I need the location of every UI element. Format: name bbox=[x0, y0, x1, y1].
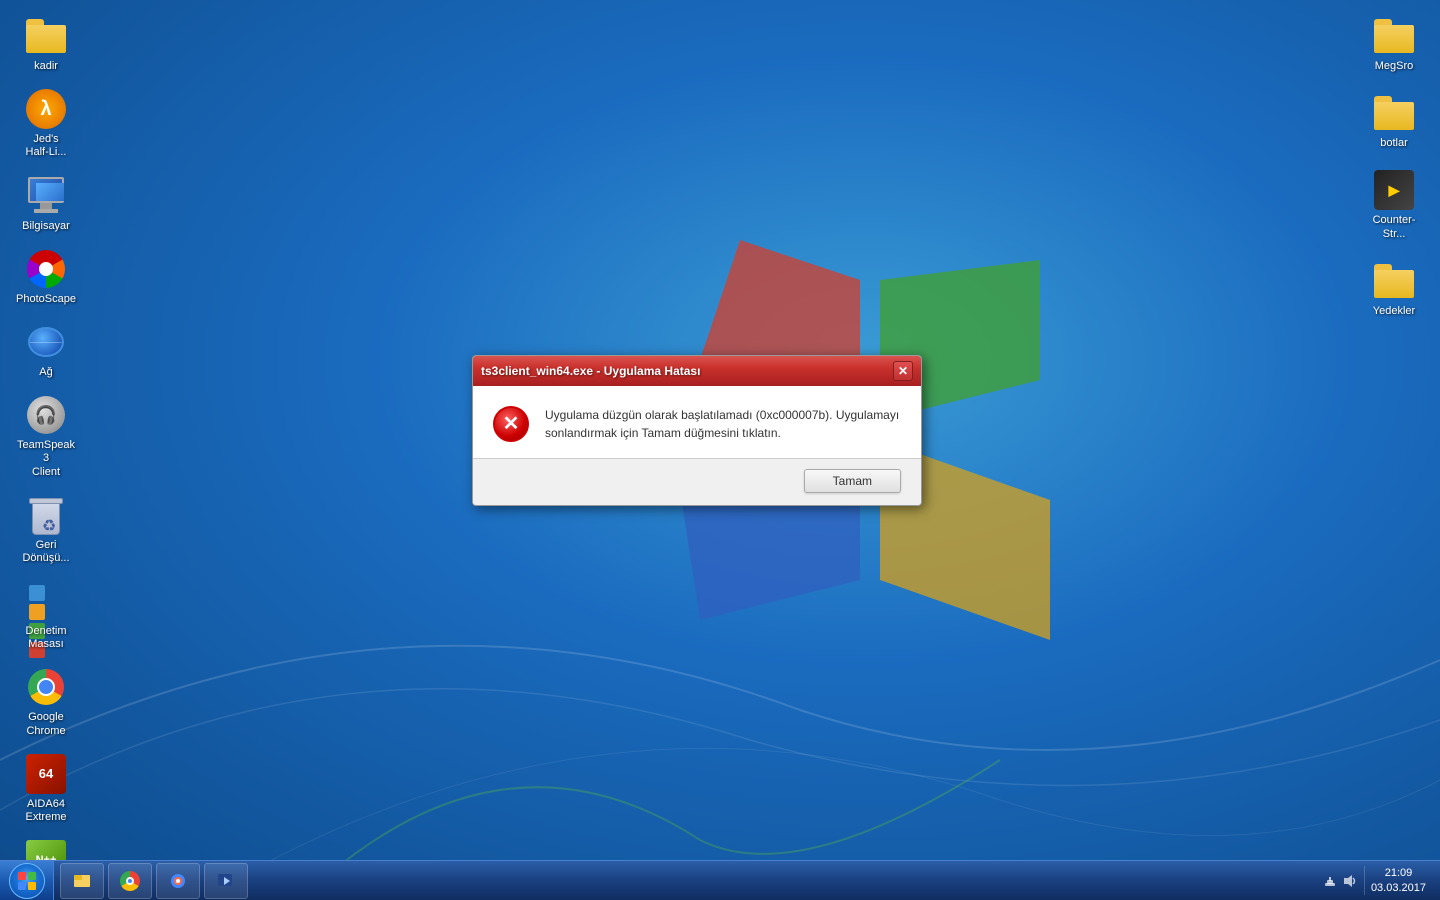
megsro-folder-icon bbox=[1374, 19, 1414, 53]
aida64-icon: 64 bbox=[26, 754, 66, 794]
taskbar-items bbox=[54, 861, 1314, 900]
dialog-titlebar: ts3client_win64.exe - Uygulama Hatası ✕ bbox=[473, 356, 921, 386]
icon-botlar[interactable]: botlar bbox=[1358, 87, 1430, 156]
kadir-label: kadir bbox=[34, 60, 58, 73]
taskbar-item-media[interactable] bbox=[204, 863, 248, 899]
taskbar-item-paint[interactable] bbox=[156, 863, 200, 899]
bilgisayar-label: Bilgisayar bbox=[22, 220, 70, 233]
teamspeak-icon-img: 🎧 bbox=[26, 395, 66, 435]
icon-jeds-hl[interactable]: λ Jed'sHalf-Li... bbox=[10, 83, 82, 165]
taskbar-item-chrome[interactable] bbox=[108, 863, 152, 899]
botlar-label: botlar bbox=[1380, 137, 1408, 150]
teamspeak-icon: 🎧 bbox=[27, 396, 65, 434]
error-dialog: ts3client_win64.exe - Uygulama Hatası ✕ … bbox=[472, 355, 922, 506]
control-panel-icon-img bbox=[26, 581, 66, 621]
ag-label: Ağ bbox=[39, 366, 52, 379]
icon-kadir[interactable]: kadir bbox=[10, 10, 82, 79]
desktop-icons-right: MegSro botlar ▶ Counter-Str... bbox=[1358, 10, 1430, 328]
network-tray-icon[interactable] bbox=[1322, 873, 1338, 889]
chrome-icon-img bbox=[26, 667, 66, 707]
botlar-folder-icon bbox=[1374, 96, 1414, 130]
taskbar-item-explorer[interactable] bbox=[60, 863, 104, 899]
computer-icon bbox=[26, 177, 66, 215]
kadir-icon-img bbox=[26, 16, 66, 56]
photoscape-label: PhotoScape bbox=[16, 293, 76, 306]
recycle-label: GeriDönüşü... bbox=[22, 539, 69, 565]
icon-photoscape[interactable]: PhotoScape bbox=[10, 243, 82, 312]
dialog-message: Uygulama düzgün olarak başlatılamadı (0x… bbox=[545, 406, 901, 442]
explorer-taskbar-icon bbox=[72, 871, 92, 891]
start-button[interactable] bbox=[0, 861, 54, 900]
photoscape-icon-img bbox=[26, 249, 66, 289]
aida64-icon-img: 64 bbox=[26, 754, 66, 794]
counter-strike-icon: ▶ bbox=[1374, 170, 1414, 210]
taskbar: 21:09 03.03.2017 bbox=[0, 860, 1440, 900]
icon-aida64[interactable]: 64 AIDA64Extreme bbox=[10, 748, 82, 830]
control-panel-label: DenetimMasası bbox=[26, 625, 67, 651]
clock-date: 03.03.2017 bbox=[1371, 881, 1426, 895]
network-icon bbox=[26, 324, 66, 360]
volume-tray-icon[interactable] bbox=[1342, 873, 1358, 889]
media-taskbar-icon bbox=[216, 871, 236, 891]
chrome-label: GoogleChrome bbox=[26, 711, 65, 737]
dialog-body: ✕ Uygulama düzgün olarak başlatılamadı (… bbox=[473, 386, 921, 459]
bilgisayar-icon-img bbox=[26, 176, 66, 216]
icon-counter-strike[interactable]: ▶ Counter-Str... bbox=[1358, 164, 1430, 246]
desktop-icons-left: kadir λ Jed'sHalf-Li... Bilgisayar bbox=[10, 10, 82, 900]
desktop: kadir λ Jed'sHalf-Li... Bilgisayar bbox=[0, 0, 1440, 900]
error-icon: ✕ bbox=[493, 406, 529, 442]
megsro-label: MegSro bbox=[1375, 60, 1414, 73]
photoscape-icon bbox=[27, 250, 65, 288]
ag-icon-img bbox=[26, 322, 66, 362]
icon-bilgisayar[interactable]: Bilgisayar bbox=[10, 170, 82, 239]
jeds-hl-label: Jed'sHalf-Li... bbox=[26, 133, 67, 159]
jeds-hl-icon-img: λ bbox=[26, 89, 66, 129]
icon-yedekler[interactable]: Yedekler bbox=[1358, 255, 1430, 324]
paint-taskbar-icon bbox=[168, 871, 188, 891]
clock[interactable]: 21:09 03.03.2017 bbox=[1364, 866, 1432, 895]
chrome-icon bbox=[28, 669, 64, 705]
dialog-footer: Tamam bbox=[473, 459, 921, 505]
yedekler-label: Yedekler bbox=[1373, 305, 1415, 318]
icon-control-panel[interactable]: DenetimMasası bbox=[10, 575, 82, 657]
icon-megsro[interactable]: MegSro bbox=[1358, 10, 1430, 79]
hl-icon: λ bbox=[26, 89, 66, 129]
yedekler-folder-icon bbox=[1374, 264, 1414, 298]
icon-chrome[interactable]: GoogleChrome bbox=[10, 661, 82, 743]
system-tray bbox=[1322, 873, 1358, 889]
start-orb bbox=[9, 863, 45, 899]
recycle-bin-icon: ♻ bbox=[28, 495, 64, 535]
dialog-ok-button[interactable]: Tamam bbox=[804, 469, 901, 493]
yedekler-icon-img bbox=[1374, 261, 1414, 301]
taskbar-right: 21:09 03.03.2017 bbox=[1314, 861, 1440, 900]
clock-time: 21:09 bbox=[1385, 866, 1413, 880]
aida64-label: AIDA64Extreme bbox=[26, 798, 67, 824]
megsro-icon-img bbox=[1374, 16, 1414, 56]
chrome-taskbar-icon bbox=[120, 871, 140, 891]
cs-icon-img: ▶ bbox=[1374, 170, 1414, 210]
kadir-folder-icon bbox=[26, 19, 66, 53]
recycle-icon-img: ♻ bbox=[26, 495, 66, 535]
dialog-title: ts3client_win64.exe - Uygulama Hatası bbox=[481, 364, 700, 378]
botlar-icon-img bbox=[1374, 93, 1414, 133]
cs-label: Counter-Str... bbox=[1362, 214, 1426, 240]
icon-recycle[interactable]: ♻ GeriDönüşü... bbox=[10, 489, 82, 571]
teamspeak-label: TeamSpeak 3Client bbox=[14, 439, 78, 479]
icon-teamspeak[interactable]: 🎧 TeamSpeak 3Client bbox=[10, 389, 82, 485]
error-x-mark: ✕ bbox=[503, 414, 520, 434]
dialog-close-button[interactable]: ✕ bbox=[893, 361, 913, 381]
icon-ag[interactable]: Ağ bbox=[10, 316, 82, 385]
windows-flag-icon bbox=[17, 871, 37, 891]
control-panel-icon bbox=[26, 582, 66, 620]
